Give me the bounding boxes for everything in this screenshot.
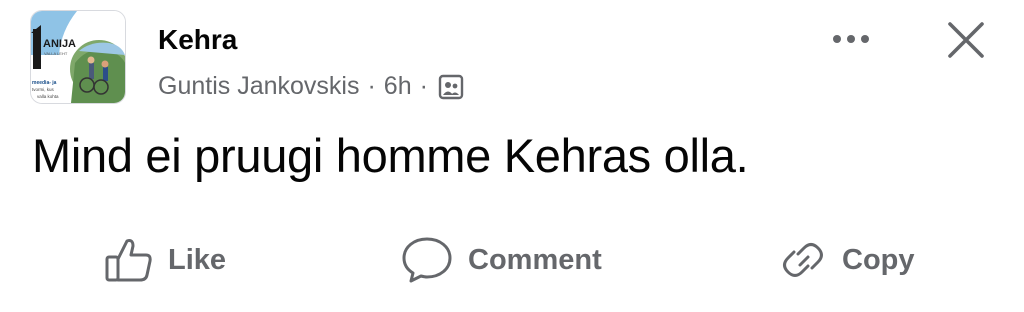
group-name-link[interactable]: Kehra [158,24,237,56]
comment-button[interactable]: Comment [400,232,602,288]
copy-label: Copy [842,243,915,276]
more-options-button[interactable] [826,24,876,54]
group-logo-image: ANIJA VALLA LEHT meedia- ja tvormi, kus … [31,11,125,103]
group-avatar[interactable]: ANIJA VALLA LEHT meedia- ja tvormi, kus … [30,10,126,104]
logo-subtext: VALLA LEHT [44,51,68,56]
comment-label: Comment [468,243,602,276]
close-icon [948,22,984,58]
thumbs-up-icon [104,236,154,284]
logo-line-1: meedia- ja [32,80,57,86]
comment-icon [400,235,454,285]
author-name-link[interactable]: Guntis Jankovskis [158,72,359,101]
group-post: ANIJA VALLA LEHT meedia- ja tvormi, kus … [0,0,1024,312]
meta-separator: · [367,72,376,100]
copy-link-button[interactable]: Copy [778,232,915,288]
members-icon[interactable] [438,74,464,100]
post-timestamp[interactable]: 6h [384,72,412,101]
close-button[interactable] [940,14,992,66]
post-meta: Guntis Jankovskis · 6h · [158,72,464,101]
logo-line-3: valla kohta [37,94,59,99]
more-horizontal-icon [833,35,869,43]
link-icon [778,235,828,285]
like-button[interactable]: Like [104,232,226,288]
post-body-text: Mind ei pruugi homme Kehras olla. [32,129,749,182]
like-label: Like [168,243,227,276]
logo-text: ANIJA [43,38,76,50]
meta-separator: · [419,72,428,100]
logo-line-2: tvormi, kus [32,87,55,92]
